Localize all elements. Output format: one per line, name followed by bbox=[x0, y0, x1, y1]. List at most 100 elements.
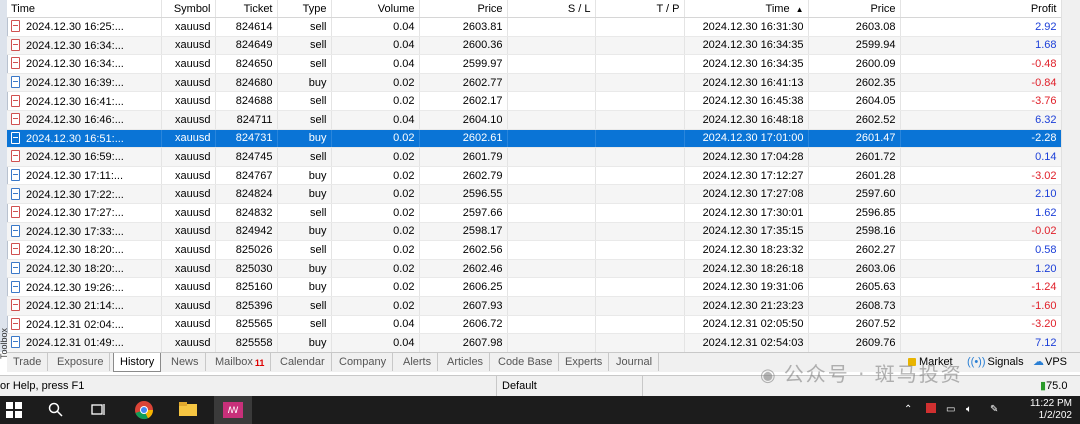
cell-symbol: xauusd bbox=[161, 222, 216, 242]
table-row[interactable]: 2024.12.30 16:46:... xauusd 824711 sell 0.04… bbox=[7, 110, 1062, 130]
cell-time: 2024.12.30 16:34:... bbox=[7, 54, 162, 74]
cell-ticket: 824688 bbox=[215, 91, 278, 111]
sell-deal-icon bbox=[11, 317, 20, 330]
tab-journal[interactable]: Journal bbox=[610, 353, 660, 371]
tray-network-icon[interactable]: ▭ bbox=[946, 396, 955, 424]
cell-type: sell bbox=[277, 296, 332, 316]
table-row[interactable]: 2024.12.30 17:33:... xauusd 824942 buy 0.02 2… bbox=[7, 222, 1062, 242]
table-row[interactable]: 2024.12.30 17:27:... xauusd 824832 sell 0.02… bbox=[7, 203, 1062, 223]
cell-tp bbox=[595, 184, 685, 204]
table-row[interactable]: 2024.12.31 02:04:... xauusd 825565 sell 0.04… bbox=[7, 315, 1062, 335]
table-header: Time Symbol Ticket Type Volume Price S /… bbox=[7, 0, 1062, 18]
buy-deal-icon bbox=[11, 76, 20, 89]
table-row[interactable]: 2024.12.31 01:49:... xauusd 825558 buy 0.04 2… bbox=[7, 333, 1062, 353]
tab-history[interactable]: History bbox=[113, 353, 162, 372]
tab-experts[interactable]: Experts bbox=[559, 353, 610, 371]
col-header-profit[interactable]: Profit bbox=[900, 0, 1062, 18]
tab-news[interactable]: News bbox=[165, 353, 206, 371]
col-header-sl[interactable]: S / L bbox=[507, 0, 596, 18]
table-row[interactable]: 2024.12.30 19:26:... xauusd 825160 buy 0.02 2… bbox=[7, 277, 1062, 297]
cell-price: 2603.81 bbox=[419, 17, 508, 37]
col-header-close-price[interactable]: Price bbox=[808, 0, 901, 18]
col-header-close-time[interactable]: Time ▲ bbox=[684, 0, 809, 18]
mailbox-badge: 11 bbox=[254, 358, 265, 368]
tab-calendar[interactable]: Calendar bbox=[274, 353, 332, 371]
tab-vps[interactable]: ☁VPS bbox=[1033, 353, 1067, 371]
tab-mailbox[interactable]: Mailbox 11 bbox=[209, 353, 272, 371]
tab-articles[interactable]: Articles bbox=[441, 353, 491, 371]
cell-time: 2024.12.30 17:11:... bbox=[7, 166, 162, 186]
cell-symbol: xauusd bbox=[161, 54, 216, 74]
cell-volume: 0.02 bbox=[331, 147, 420, 167]
col-header-type[interactable]: Type bbox=[277, 0, 332, 18]
tab-exposure[interactable]: Exposure bbox=[51, 353, 111, 371]
cell-sl bbox=[507, 315, 596, 335]
tab-trade[interactable]: Trade bbox=[7, 353, 49, 371]
cell-price: 2604.10 bbox=[419, 110, 508, 130]
table-row[interactable]: 2024.12.30 16:59:... xauusd 824745 sell 0.02… bbox=[7, 147, 1062, 167]
col-header-price[interactable]: Price bbox=[419, 0, 508, 18]
table-row[interactable]: 2024.12.30 16:34:... xauusd 824649 sell 0.04… bbox=[7, 36, 1062, 56]
col-header-time[interactable]: Time bbox=[7, 0, 162, 18]
cell-profit: -1.60 bbox=[900, 296, 1062, 316]
cell-symbol: xauusd bbox=[161, 184, 216, 204]
cell-profit: -3.20 bbox=[900, 315, 1062, 335]
chrome-icon[interactable] bbox=[134, 400, 156, 420]
table-row[interactable]: 2024.12.30 16:41:... xauusd 824688 sell 0.02… bbox=[7, 91, 1062, 111]
table-row[interactable]: 2024.12.30 18:20:... xauusd 825030 buy 0.02 2… bbox=[7, 259, 1062, 279]
cell-close-time: 2024.12.30 16:45:38 bbox=[684, 91, 809, 111]
tab-code-base[interactable]: Code Base bbox=[492, 353, 560, 371]
cell-symbol: xauusd bbox=[161, 166, 216, 186]
cell-profit: 0.14 bbox=[900, 147, 1062, 167]
pen-icon[interactable]: ✎ bbox=[990, 396, 998, 424]
cell-time: 2024.12.31 01:49:... bbox=[7, 333, 162, 353]
col-header-tp[interactable]: T / P bbox=[595, 0, 685, 18]
col-header-ticket[interactable]: Ticket bbox=[215, 0, 278, 18]
cell-ticket: 824942 bbox=[215, 222, 278, 242]
cell-profit: -2.28 bbox=[900, 129, 1062, 149]
table-row[interactable]: 2024.12.30 16:39:... xauusd 824680 buy 0.02 2… bbox=[7, 73, 1062, 93]
table-row[interactable]: 2024.12.30 17:22:... xauusd 824824 buy 0.02 2… bbox=[7, 184, 1062, 204]
volume-icon[interactable]: 🔈︎ bbox=[966, 396, 972, 424]
cell-tp bbox=[595, 203, 685, 223]
cell-ticket: 824711 bbox=[215, 110, 278, 130]
cell-tp bbox=[595, 259, 685, 279]
cell-profit: 6.32 bbox=[900, 110, 1062, 130]
col-header-volume[interactable]: Volume bbox=[331, 0, 420, 18]
table-row[interactable]: 2024.12.30 16:25:... xauusd 824614 sell 0.04… bbox=[7, 17, 1062, 37]
metatrader-taskbar-button[interactable]: ꟿ bbox=[214, 396, 252, 424]
cell-time: 2024.12.30 21:14:... bbox=[7, 296, 162, 316]
cell-time: 2024.12.30 18:20:... bbox=[7, 240, 162, 260]
task-view-icon[interactable] bbox=[90, 400, 112, 420]
tab-company[interactable]: Company bbox=[333, 353, 394, 371]
vertical-scrollbar[interactable] bbox=[1061, 0, 1080, 352]
cell-sl bbox=[507, 296, 596, 316]
cell-type: sell bbox=[277, 17, 332, 37]
file-explorer-icon[interactable] bbox=[178, 400, 200, 420]
table-row[interactable]: 2024.12.30 16:34:... xauusd 824650 sell 0.04… bbox=[7, 54, 1062, 74]
cell-close-price: 2608.73 bbox=[808, 296, 901, 316]
cell-close-time: 2024.12.30 17:04:28 bbox=[684, 147, 809, 167]
table-row[interactable]: 2024.12.30 21:14:... xauusd 825396 sell 0.02… bbox=[7, 296, 1062, 316]
start-button[interactable] bbox=[6, 400, 28, 420]
cell-close-price: 2602.27 bbox=[808, 240, 901, 260]
sell-deal-icon bbox=[11, 299, 20, 312]
cell-symbol: xauusd bbox=[161, 240, 216, 260]
table-row[interactable]: 2024.12.30 16:51:... xauusd 824731 buy 0.02 2… bbox=[7, 129, 1062, 149]
cell-type: sell bbox=[277, 54, 332, 74]
cell-price: 2602.46 bbox=[419, 259, 508, 279]
table-row[interactable]: 2024.12.30 17:11:... xauusd 824767 buy 0.02 2… bbox=[7, 166, 1062, 186]
table-row[interactable]: 2024.12.30 18:20:... xauusd 825026 sell 0.02… bbox=[7, 240, 1062, 260]
tray-app-icon[interactable] bbox=[926, 396, 936, 424]
buy-deal-icon bbox=[11, 131, 20, 144]
cell-profit: 2.92 bbox=[900, 17, 1062, 37]
col-header-symbol[interactable]: Symbol bbox=[161, 0, 216, 18]
tab-alerts[interactable]: Alerts bbox=[397, 353, 439, 371]
cell-tp bbox=[595, 296, 685, 316]
taskbar-clock[interactable]: 11:22 PM 1/2/202 bbox=[1030, 398, 1072, 422]
buy-deal-icon bbox=[11, 336, 20, 349]
cell-price: 2606.25 bbox=[419, 277, 508, 297]
search-icon[interactable] bbox=[48, 400, 70, 420]
tray-chevron-up-icon[interactable]: ⌃ bbox=[904, 396, 912, 424]
tab-signals[interactable]: ((•)) Signals bbox=[967, 353, 1024, 371]
